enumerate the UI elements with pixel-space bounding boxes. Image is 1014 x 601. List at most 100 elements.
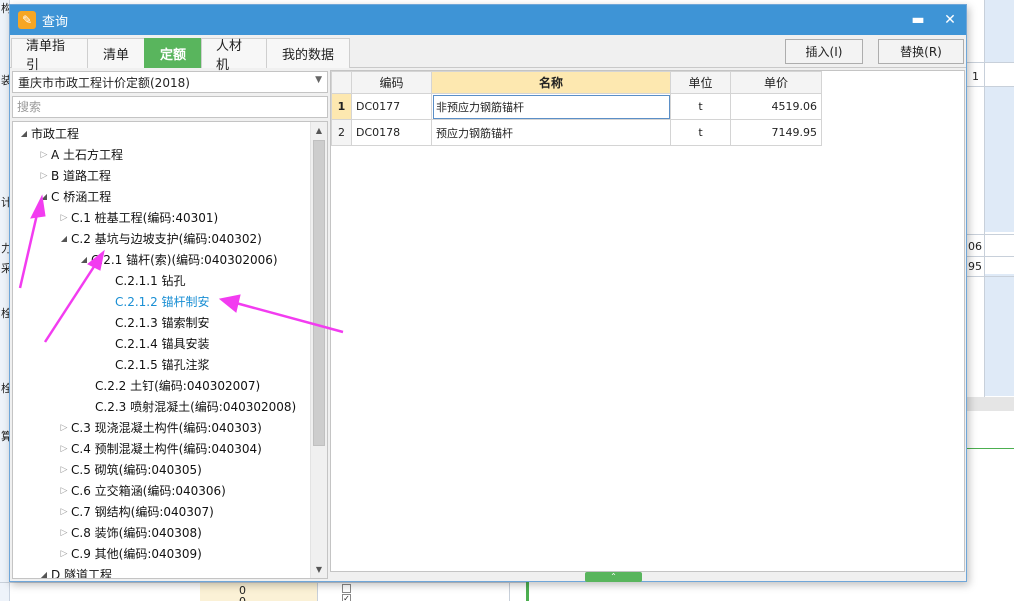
tree-node[interactable]: ◢ C.2 基坑与边坡支护(编码:040302) bbox=[57, 228, 262, 249]
cell-price[interactable]: 4519.06 bbox=[730, 93, 822, 120]
tree-node[interactable]: ▷ C.6 立交箱涵(编码:040306) bbox=[57, 480, 226, 501]
tree-node[interactable]: C.2.1.4 锚具安装 bbox=[115, 333, 210, 354]
column-header-price[interactable]: 单价 bbox=[730, 71, 822, 94]
tree-node-selected[interactable]: C.2.1.2 锚杆制安 bbox=[115, 291, 210, 312]
expanded-triangle-icon[interactable]: ◢ bbox=[37, 192, 51, 201]
maximize-button[interactable]: ▬ bbox=[910, 12, 926, 28]
app-logo-icon: ✎ bbox=[18, 11, 36, 29]
background-cell-block bbox=[985, 274, 1014, 396]
chevron-down-icon: ▼ bbox=[315, 75, 322, 85]
column-header-code[interactable]: 编码 bbox=[351, 71, 432, 94]
query-dialog: ✎ 查询 ▬ ✕ 清单指引 清单 定额 人材机 我的数据 插入(I) 替换(R)… bbox=[9, 4, 967, 582]
scroll-up-arrow-icon[interactable]: ▲ bbox=[311, 122, 327, 139]
tree-node[interactable]: ▷ C.5 砌筑(编码:040305) bbox=[57, 459, 202, 480]
tree-node[interactable]: C.2.1.1 钻孔 bbox=[115, 270, 186, 291]
insert-button[interactable]: 插入(I) bbox=[785, 39, 863, 64]
tree-node-label: B 道路工程 bbox=[51, 169, 112, 183]
collapsed-triangle-icon[interactable]: ▷ bbox=[37, 171, 51, 181]
background-text: 06 bbox=[968, 240, 982, 253]
table-row[interactable]: 1 DC0177 非预应力钢筋锚杆 t 4519.06 bbox=[331, 93, 822, 120]
tree-node[interactable]: ▷ C.4 预制混凝土构件(编码:040304) bbox=[57, 438, 262, 459]
tab-bill[interactable]: 清单 bbox=[87, 38, 145, 68]
tree-node[interactable]: ◢ 市政工程 bbox=[17, 123, 79, 144]
dialog-title: 查询 bbox=[42, 14, 69, 30]
background-cell-block bbox=[985, 86, 1014, 232]
tree-node[interactable]: ◢ C 桥涵工程 bbox=[37, 186, 111, 207]
column-header-unit[interactable]: 单位 bbox=[670, 71, 731, 94]
row-number-header bbox=[331, 71, 352, 94]
collapsed-triangle-icon[interactable]: ▷ bbox=[57, 528, 71, 538]
collapsed-triangle-icon[interactable]: ▷ bbox=[57, 213, 71, 223]
tree-node[interactable]: ▷ B 道路工程 bbox=[37, 165, 112, 186]
expanded-triangle-icon[interactable]: ◢ bbox=[37, 570, 51, 578]
collapsed-triangle-icon[interactable]: ▷ bbox=[57, 486, 71, 496]
quota-library-select[interactable]: 重庆市市政工程计价定额(2018) ▼ bbox=[12, 71, 328, 93]
expanded-triangle-icon[interactable]: ◢ bbox=[77, 255, 91, 264]
cell-name[interactable]: 预应力钢筋锚杆 bbox=[431, 119, 671, 146]
cell-unit[interactable]: t bbox=[670, 93, 731, 120]
background-grid-line bbox=[966, 276, 1014, 277]
tree-node-label: 市政工程 bbox=[31, 127, 80, 141]
tree-node[interactable]: ▷ C.8 装饰(编码:040308) bbox=[57, 522, 202, 543]
collapsed-triangle-icon[interactable]: ▷ bbox=[57, 423, 71, 433]
tree-node[interactable]: ◢ D 隧道工程 bbox=[37, 564, 112, 578]
background-cell-block bbox=[985, 0, 1014, 62]
background-cell-block bbox=[200, 583, 318, 601]
chapter-tree: ◢ 市政工程 ▷ A 土石方工程 ▷ B 道路工程 ◢ C 桥涵工程 ▷ C.1 桩基工程… bbox=[12, 121, 328, 579]
background-checkbox[interactable] bbox=[342, 584, 351, 593]
tree-node-label: C.4 预制混凝土构件(编码:040304) bbox=[71, 442, 262, 456]
tree-node[interactable]: ◢ C.2.1 锚杆(索)(编码:040302006) bbox=[77, 249, 278, 270]
tab-quota[interactable]: 定额 bbox=[144, 38, 202, 68]
tab-bar: 清单指引 清单 定额 人材机 我的数据 插入(I) 替换(R) bbox=[10, 35, 966, 73]
tree-scrollbar[interactable]: ▲ ▼ bbox=[310, 122, 327, 578]
collapsed-triangle-icon[interactable]: ▷ bbox=[57, 465, 71, 475]
cell-code[interactable]: DC0177 bbox=[351, 93, 432, 120]
tab-my-data[interactable]: 我的数据 bbox=[266, 38, 350, 68]
background-grid-line bbox=[966, 62, 1014, 63]
table-header-row: 编码 名称 单位 单价 bbox=[331, 71, 822, 94]
cell-price[interactable]: 7149.95 bbox=[730, 119, 822, 146]
background-green-line bbox=[526, 582, 529, 601]
collapsed-triangle-icon[interactable]: ▷ bbox=[57, 549, 71, 559]
tree-node[interactable]: C.2.1.3 锚索制安 bbox=[115, 312, 210, 333]
tree-node[interactable]: ▷ C.1 桩基工程(编码:40301) bbox=[57, 207, 219, 228]
tree-node[interactable]: ▷ C.9 其他(编码:040309) bbox=[57, 543, 202, 564]
scrollbar-thumb[interactable] bbox=[313, 140, 325, 446]
panel-collapse-handle[interactable]: ⌃ bbox=[585, 572, 642, 582]
table-row[interactable]: 2 DC0178 预应力钢筋锚杆 t 7149.95 bbox=[331, 119, 822, 146]
tree-node-label: C.2.1.2 锚杆制安 bbox=[115, 295, 210, 309]
tab-list-guide[interactable]: 清单指引 bbox=[11, 38, 88, 73]
background-grid-line bbox=[317, 582, 318, 601]
cell-code[interactable]: DC0178 bbox=[351, 119, 432, 146]
collapsed-triangle-icon[interactable]: ▷ bbox=[57, 444, 71, 454]
cell-unit[interactable]: t bbox=[670, 119, 731, 146]
row-number[interactable]: 2 bbox=[331, 119, 352, 146]
tree-node[interactable]: ▷ A 土石方工程 bbox=[37, 144, 124, 165]
tab-labor-material-machine[interactable]: 人材机 bbox=[201, 38, 267, 73]
background-checkbox[interactable]: ✓ bbox=[342, 594, 351, 601]
tree-node-label: C.2.1 锚杆(索)(编码:040302006) bbox=[91, 253, 278, 267]
replace-button[interactable]: 替换(R) bbox=[878, 39, 964, 64]
collapsed-triangle-icon[interactable]: ▷ bbox=[37, 150, 51, 160]
tree-node[interactable]: ▷ C.3 现浇混凝土构件(编码:040303) bbox=[57, 417, 262, 438]
dialog-titlebar[interactable]: ✎ 查询 ▬ ✕ bbox=[10, 5, 966, 35]
expanded-triangle-icon[interactable]: ◢ bbox=[17, 129, 31, 138]
cell-name[interactable]: 非预应力钢筋锚杆 bbox=[431, 93, 671, 120]
results-table: 编码 名称 单位 单价 1 DC0177 非预应力钢筋锚杆 t 4519.06 … bbox=[331, 71, 822, 146]
tree-node-label: C.7 钢结构(编码:040307) bbox=[71, 505, 214, 519]
tree-node-label: C.2.3 喷射混凝土(编码:040302008) bbox=[95, 400, 297, 414]
tree-node[interactable]: C.2.1.5 锚孔注浆 bbox=[115, 354, 210, 375]
tree-node[interactable]: C.2.2 土钉(编码:040302007) bbox=[95, 375, 260, 396]
column-header-name[interactable]: 名称 bbox=[431, 71, 671, 94]
scroll-down-arrow-icon[interactable]: ▼ bbox=[311, 561, 327, 578]
close-button[interactable]: ✕ bbox=[942, 12, 958, 28]
collapsed-triangle-icon[interactable]: ▷ bbox=[57, 507, 71, 517]
tree-node-label: C 桥涵工程 bbox=[51, 190, 112, 204]
background-green-line bbox=[966, 448, 1014, 449]
tree-node[interactable]: ▷ C.7 钢结构(编码:040307) bbox=[57, 501, 214, 522]
tree-node-label: C.9 其他(编码:040309) bbox=[71, 547, 202, 561]
tree-node[interactable]: C.2.3 喷射混凝土(编码:040302008) bbox=[95, 396, 296, 417]
search-input[interactable] bbox=[12, 96, 328, 118]
row-number[interactable]: 1 bbox=[331, 93, 352, 120]
expanded-triangle-icon[interactable]: ◢ bbox=[57, 234, 71, 243]
